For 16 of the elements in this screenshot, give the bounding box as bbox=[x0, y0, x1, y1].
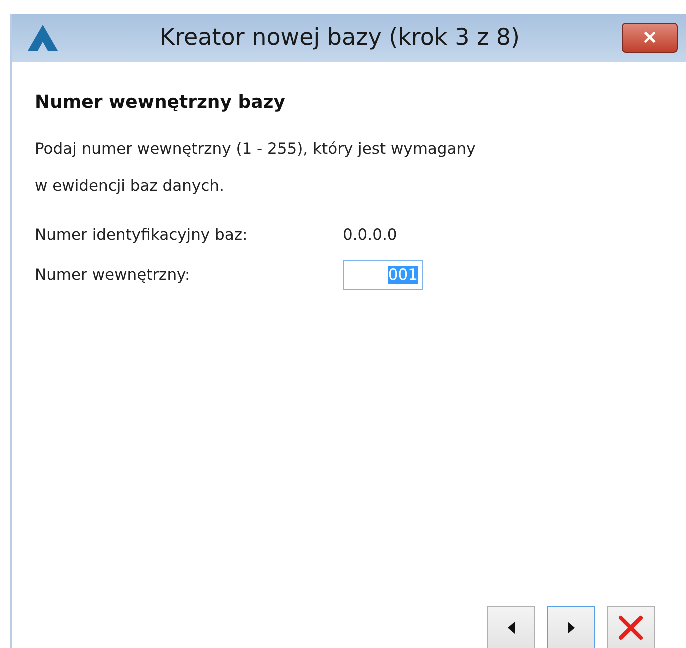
section-heading: Numer wewnętrzny bazy bbox=[35, 92, 286, 113]
field-label: Numer identyfikacyjny baz: bbox=[35, 226, 249, 244]
window-title: Kreator nowej bazy (krok 3 z 8) bbox=[158, 25, 521, 51]
cancel-button[interactable] bbox=[607, 606, 655, 648]
left-arrow-icon bbox=[508, 622, 514, 634]
field-label: Numer wewnętrzny: bbox=[35, 266, 192, 284]
logo-icon bbox=[28, 25, 58, 51]
next-button[interactable] bbox=[547, 606, 595, 648]
close-icon bbox=[618, 614, 644, 640]
close-button[interactable]: ✕ bbox=[622, 23, 678, 53]
right-arrow-icon bbox=[568, 622, 574, 634]
input-field[interactable]: 001 bbox=[343, 260, 423, 290]
description-text: Podaj numer wewnętrzny (1 - 255), który jest wymagany bbox=[35, 139, 477, 160]
description-text: w ewidencji baz danych. bbox=[35, 176, 226, 197]
back-button[interactable] bbox=[487, 606, 535, 648]
field-value: 0.0.0.0 bbox=[343, 226, 398, 244]
